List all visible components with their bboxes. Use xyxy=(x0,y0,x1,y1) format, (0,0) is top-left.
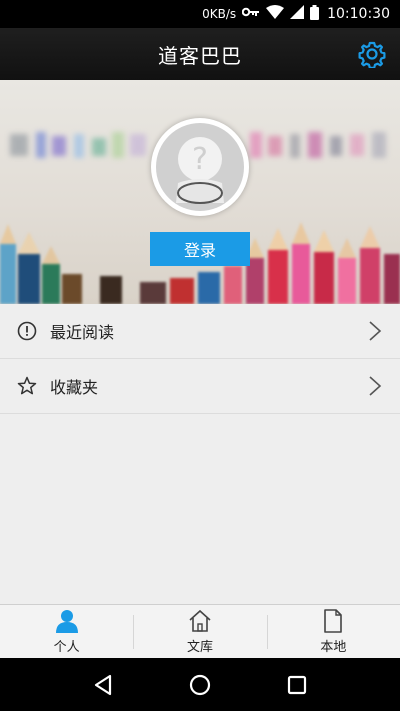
tab-personal[interactable]: 个人 xyxy=(0,605,133,658)
menu-item-label: 最近阅读 xyxy=(50,323,115,342)
signal-icon xyxy=(290,5,305,23)
recents-button[interactable] xyxy=(277,665,317,705)
login-button[interactable]: 登录 xyxy=(150,232,250,266)
chevron-right-icon xyxy=(368,320,382,342)
recents-icon xyxy=(287,675,306,694)
star-icon xyxy=(16,375,38,397)
unknown-user-icon: ? xyxy=(156,123,244,211)
menu-list: 最近阅读 收藏夹 xyxy=(0,304,400,604)
app-header: 道客巴巴 xyxy=(0,28,400,80)
profile-banner: ? 登录 xyxy=(0,80,400,304)
tab-label: 文库 xyxy=(186,640,213,655)
tab-label: 本地 xyxy=(320,640,347,655)
gear-icon xyxy=(358,41,386,68)
tab-label: 个人 xyxy=(53,640,80,655)
chevron-right-icon xyxy=(368,375,382,397)
network-speed: 0KB/s xyxy=(202,7,237,21)
document-icon xyxy=(320,608,346,634)
status-bar: 0KB/s 10:10:30 xyxy=(0,0,400,28)
menu-item-recent-reading[interactable]: 最近阅读 xyxy=(0,304,400,359)
home-icon xyxy=(189,674,211,695)
tab-local[interactable]: 本地 xyxy=(266,605,400,658)
battery-icon xyxy=(310,4,320,24)
house-icon xyxy=(187,608,213,634)
settings-button[interactable] xyxy=(356,38,388,70)
person-icon xyxy=(54,608,80,634)
avatar[interactable]: ? xyxy=(151,118,249,216)
info-circle-icon xyxy=(16,320,38,342)
menu-item-label: 收藏夹 xyxy=(50,378,99,397)
clock: 10:10:30 xyxy=(327,6,390,22)
back-icon xyxy=(95,674,112,695)
svg-text:?: ? xyxy=(192,142,208,177)
vpn-key-icon xyxy=(241,6,260,22)
bottom-tab-bar: 个人 文库 本地 xyxy=(0,604,400,658)
wifi-icon xyxy=(266,5,285,23)
system-navigation-bar xyxy=(0,658,400,711)
menu-item-favorites[interactable]: 收藏夹 xyxy=(0,359,400,414)
page-title: 道客巴巴 xyxy=(158,43,242,68)
home-button[interactable] xyxy=(180,665,220,705)
back-button[interactable] xyxy=(83,665,123,705)
tab-library[interactable]: 文库 xyxy=(133,605,266,658)
